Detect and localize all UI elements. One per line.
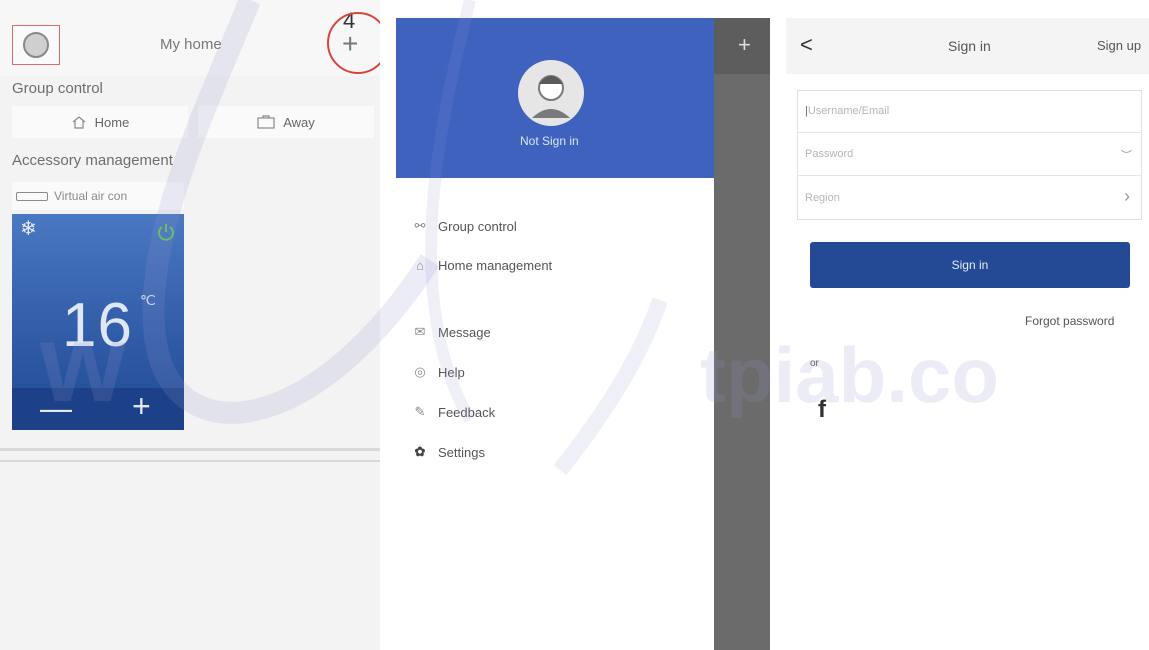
watermark-swoosh (142, 0, 668, 475)
watermark-right: tpiab.co (700, 331, 1000, 419)
watermark-left: w (40, 302, 126, 425)
